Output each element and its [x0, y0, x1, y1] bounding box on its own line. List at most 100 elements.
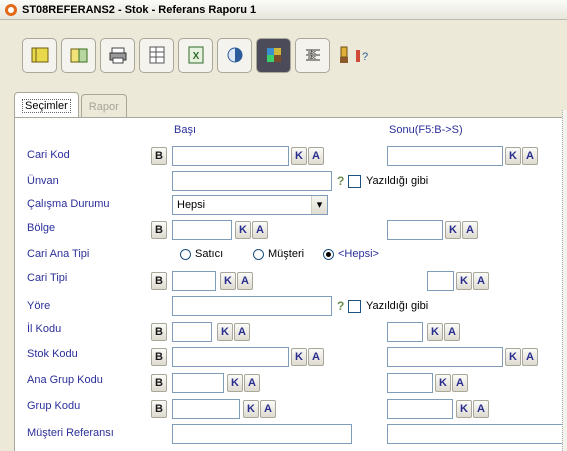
cari-kod-start-input[interactable]: [172, 146, 289, 166]
stok-kodu-end-k-button[interactable]: K: [505, 348, 521, 366]
yore-yazildigi-checkbox[interactable]: [348, 300, 361, 313]
grup-kodu-start-input[interactable]: [172, 399, 240, 419]
ana-grup-end-input[interactable]: [387, 373, 433, 393]
header-end: Sonu(F5:B->S): [389, 124, 463, 136]
stok-kodu-a-button[interactable]: A: [308, 348, 324, 366]
il-kodu-end-input[interactable]: [387, 322, 423, 342]
cari-kod-b-button[interactable]: B: [151, 147, 167, 165]
stok-kodu-end-input[interactable]: [387, 347, 503, 367]
unvan-input[interactable]: [172, 171, 332, 191]
ana-grup-end-a-button[interactable]: A: [452, 374, 468, 392]
excel-icon: X: [188, 46, 203, 64]
excel-button[interactable]: X: [178, 37, 213, 73]
bolge-start-input[interactable]: [172, 220, 232, 240]
il-kodu-start-input[interactable]: [172, 322, 212, 342]
grid-icon: [149, 46, 164, 64]
label-il-kodu: İl Kodu: [27, 323, 62, 335]
open-book-icon: [70, 48, 87, 63]
print-button[interactable]: [100, 37, 135, 73]
grup-kodu-b-button[interactable]: B: [151, 400, 167, 418]
tab-bar: Seçimler Rapor: [14, 92, 127, 118]
toolbar: X abc abc ?: [10, 27, 567, 83]
ana-grup-end-k-button[interactable]: K: [435, 374, 451, 392]
paint-bucket-icon[interactable]: [336, 44, 352, 66]
window-title: ST08REFERANS2 - Stok - Referans Raporu 1: [22, 3, 257, 16]
radio-satici-label: Satıcı: [195, 248, 224, 260]
musteri-ref-end-input[interactable]: [387, 424, 567, 444]
radio-satici[interactable]: [180, 249, 191, 260]
stok-kodu-k-button[interactable]: K: [291, 348, 307, 366]
cari-tipi-b-button[interactable]: B: [151, 272, 167, 290]
grup-kodu-end-input[interactable]: [387, 399, 453, 419]
ana-grup-k-button[interactable]: K: [227, 374, 243, 392]
unvan-yazildigi-checkbox[interactable]: [348, 175, 361, 188]
grup-kodu-end-a-button[interactable]: A: [473, 400, 489, 418]
il-kodu-end-a-button[interactable]: A: [444, 323, 460, 341]
label-grup-kodu: Grup Kodu: [27, 400, 81, 412]
tab-secimler-label: Seçimler: [22, 98, 71, 113]
label-ana-grup: Ana Grup Kodu: [27, 374, 103, 386]
stok-kodu-start-input[interactable]: [172, 347, 289, 367]
grup-kodu-a-button[interactable]: A: [260, 400, 276, 418]
header-start: Başı: [174, 124, 197, 136]
color-palette-icon: [266, 48, 281, 62]
cari-tipi-a-button[interactable]: A: [237, 272, 253, 290]
book-button[interactable]: [22, 37, 57, 73]
label-bolge: Bölge: [27, 222, 56, 234]
il-kodu-a-button[interactable]: A: [234, 323, 250, 341]
unvan-help-icon[interactable]: ?: [337, 174, 344, 188]
cari-kod-k-button[interactable]: K: [291, 147, 307, 165]
label-unvan: Ünvan: [27, 175, 59, 187]
label-calisma: Çalışma Durumu: [27, 198, 110, 210]
bolge-end-a-button[interactable]: A: [462, 221, 478, 239]
radio-musteri[interactable]: [253, 249, 264, 260]
bolge-b-button[interactable]: B: [151, 221, 167, 239]
ana-grup-a-button[interactable]: A: [244, 374, 260, 392]
cari-tipi-k-button[interactable]: K: [220, 272, 236, 290]
open-book-button[interactable]: [61, 37, 96, 73]
il-kodu-k-button[interactable]: K: [217, 323, 233, 341]
cari-kod-end-input[interactable]: [387, 146, 503, 166]
yore-input[interactable]: [172, 296, 332, 316]
vertical-scrollbar[interactable]: [562, 110, 567, 451]
printer-icon: [109, 47, 126, 64]
calisma-select[interactable]: Hepsi ▾: [172, 195, 328, 215]
bolge-end-k-button[interactable]: K: [445, 221, 461, 239]
cari-tipi-end-k-button[interactable]: K: [456, 272, 472, 290]
radio-hepsi[interactable]: [323, 249, 334, 260]
bolge-a-button[interactable]: A: [252, 221, 268, 239]
il-kodu-b-button[interactable]: B: [151, 323, 167, 341]
calculator-button[interactable]: abc abc: [295, 37, 330, 73]
radio-musteri-label: Müşteri: [268, 248, 305, 260]
cari-tipi-end-input[interactable]: [427, 271, 454, 291]
cari-kod-a-button[interactable]: A: [308, 147, 324, 165]
globe-button[interactable]: [217, 37, 252, 73]
cari-tipi-end-a-button[interactable]: A: [473, 272, 489, 290]
book-icon: [31, 47, 48, 63]
grid-button[interactable]: [139, 37, 174, 73]
help-icon[interactable]: ?: [354, 44, 370, 66]
cari-kod-end-k-button[interactable]: K: [505, 147, 521, 165]
stok-kodu-b-button[interactable]: B: [151, 348, 167, 366]
yore-yazildigi-label: Yazıldığı gibi: [366, 300, 429, 312]
bolge-k-button[interactable]: K: [235, 221, 251, 239]
ana-grup-start-input[interactable]: [172, 373, 224, 393]
musteri-ref-start-input[interactable]: [172, 424, 352, 444]
stok-kodu-end-a-button[interactable]: A: [522, 348, 538, 366]
label-cari-ana-tipi: Cari Ana Tipi: [27, 248, 90, 260]
label-yore: Yöre: [27, 300, 51, 312]
bolge-end-input[interactable]: [387, 220, 443, 240]
cari-kod-end-a-button[interactable]: A: [522, 147, 538, 165]
tab-secimler[interactable]: Seçimler: [14, 92, 79, 118]
unvan-yazildigi-label: Yazıldığı gibi: [366, 175, 429, 187]
palette-button[interactable]: [256, 37, 291, 73]
grup-kodu-k-button[interactable]: K: [243, 400, 259, 418]
il-kodu-end-k-button[interactable]: K: [427, 323, 443, 341]
tab-rapor[interactable]: Rapor: [80, 94, 127, 118]
grup-kodu-end-k-button[interactable]: K: [456, 400, 472, 418]
ana-grup-b-button[interactable]: B: [151, 374, 167, 392]
yore-help-icon[interactable]: ?: [337, 299, 344, 313]
svg-text:X: X: [192, 51, 199, 62]
cari-tipi-start-input[interactable]: [172, 271, 216, 291]
app-icon: [5, 3, 17, 16]
